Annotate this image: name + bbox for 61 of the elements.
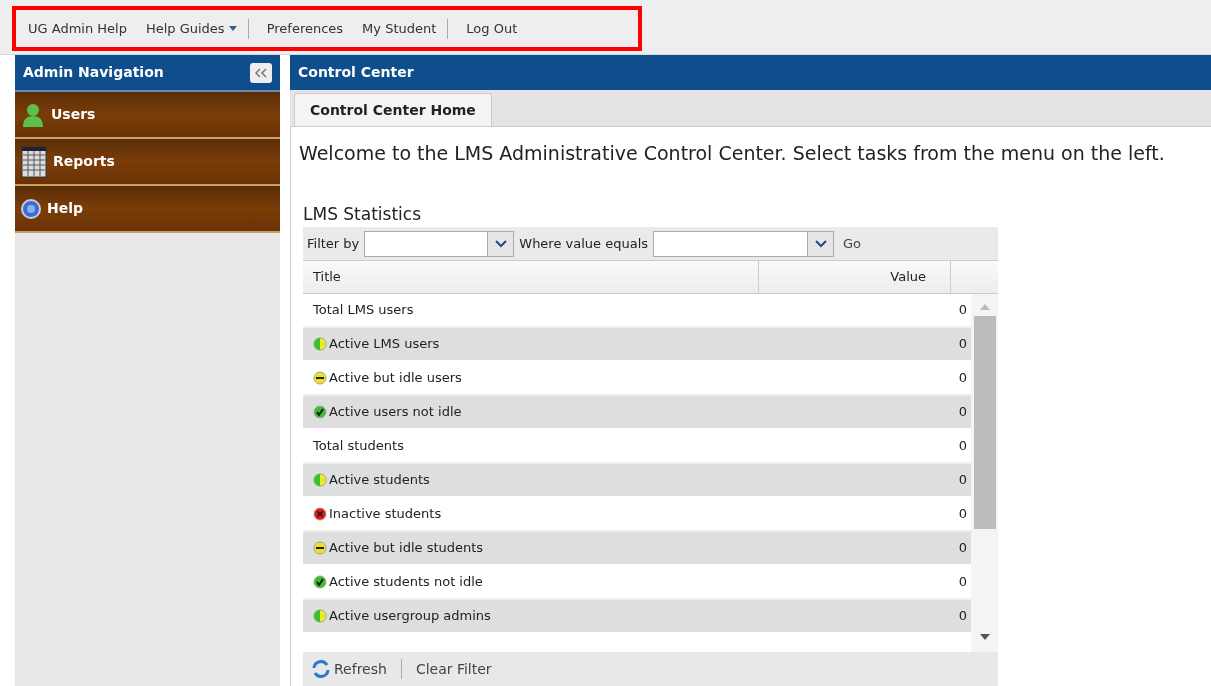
value-cell-text: 0 bbox=[958, 471, 967, 490]
filter-dropdown[interactable] bbox=[364, 230, 515, 257]
value-label: Where value equals bbox=[519, 234, 649, 253]
value-cell-text: 0 bbox=[958, 301, 967, 320]
title-cell-text: Active usergroup admins bbox=[329, 607, 492, 626]
table-icon bbox=[21, 145, 47, 178]
filter-label: Filter by bbox=[307, 234, 360, 253]
help-icon bbox=[21, 198, 41, 219]
caret-icon bbox=[228, 26, 237, 31]
menu-link[interactable]: My Student bbox=[362, 18, 437, 39]
title-cell-text: Active but idle students bbox=[329, 539, 485, 558]
tab[interactable]: Control Center Home bbox=[294, 93, 492, 126]
half-circle-icon bbox=[313, 609, 327, 623]
section-title: LMS Statistics bbox=[303, 202, 423, 226]
sidebar-title: Admin Navigation bbox=[23, 63, 164, 82]
nav-item[interactable]: Users bbox=[15, 92, 280, 139]
title-cell-text: Active LMS users bbox=[329, 335, 441, 354]
double-chevron-icon bbox=[255, 67, 267, 78]
title-cell-text: Active users not idle bbox=[329, 403, 463, 422]
chevron-down-icon bbox=[494, 239, 507, 248]
value-cell-text: 0 bbox=[958, 573, 967, 592]
refresh-icon bbox=[311, 660, 331, 678]
nav-item[interactable]: Help bbox=[15, 186, 280, 233]
title-cell-text: Inactive students bbox=[329, 505, 443, 524]
down-arrow-icon bbox=[979, 634, 990, 640]
title-cell-text: Active but idle users bbox=[329, 369, 463, 388]
title-cell-text: Total LMS users bbox=[313, 301, 415, 320]
value-cell-text: 0 bbox=[958, 539, 967, 558]
x-circle-icon bbox=[313, 507, 327, 521]
minus-circle-icon bbox=[313, 371, 327, 385]
go-button[interactable]: Go bbox=[843, 233, 862, 254]
value-cell-text: 0 bbox=[958, 607, 967, 626]
minus-circle-icon bbox=[313, 541, 327, 555]
menu-link[interactable]: UG Admin Help bbox=[28, 18, 127, 39]
value-cell-text: 0 bbox=[958, 437, 967, 456]
toolbar-button[interactable]: Refresh bbox=[311, 658, 387, 680]
title-cell-text: Active students bbox=[329, 471, 431, 490]
value-cell-text: 0 bbox=[958, 403, 967, 422]
menu-link[interactable]: Preferences bbox=[266, 18, 344, 39]
toolbar-button[interactable]: Clear Filter bbox=[415, 658, 492, 680]
value-cell-text: 0 bbox=[958, 369, 967, 388]
half-circle-icon bbox=[313, 337, 327, 351]
value-cell-text: 0 bbox=[958, 335, 967, 354]
value-cell-text: 0 bbox=[958, 505, 967, 524]
check-circle-icon bbox=[313, 405, 327, 419]
title-cell-text: Total students bbox=[313, 437, 405, 456]
person-icon bbox=[21, 101, 45, 128]
menu-link[interactable]: Help Guides bbox=[145, 18, 237, 39]
half-circle-icon bbox=[313, 473, 327, 487]
check-circle-icon bbox=[313, 575, 327, 589]
welcome-text: Welcome to the LMS Administrative Control Center. Select tasks from the menu on the left. bbox=[299, 141, 1166, 166]
up-arrow-icon bbox=[979, 304, 990, 310]
chevron-down-icon bbox=[814, 239, 827, 248]
nav-item[interactable]: Reports bbox=[15, 139, 280, 186]
title-cell-text: Active students not idle bbox=[329, 573, 484, 592]
panel-title: Control Center bbox=[298, 63, 414, 82]
column-header[interactable]: Value bbox=[759, 261, 951, 293]
menu-link[interactable]: Log Out bbox=[466, 18, 518, 39]
collapse-button[interactable] bbox=[250, 62, 272, 83]
value-dropdown[interactable] bbox=[653, 230, 835, 257]
column-header[interactable]: Title bbox=[303, 261, 759, 293]
